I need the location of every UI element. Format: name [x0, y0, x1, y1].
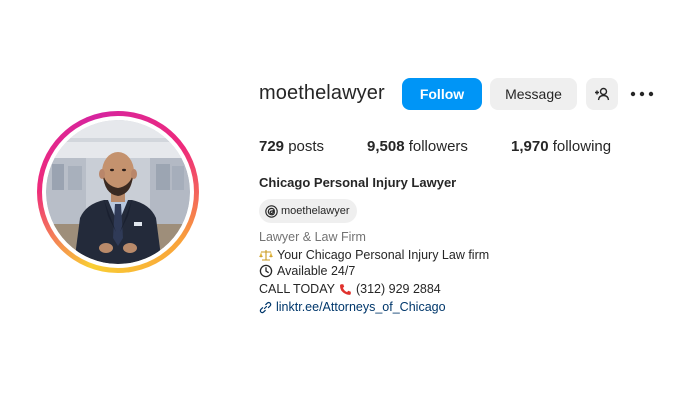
threads-icon	[265, 204, 278, 218]
profile-external-link[interactable]: linktr.ee/Attorneys_of_Chicago	[259, 300, 446, 314]
posts-count: 729 posts	[259, 138, 324, 155]
bio-line-firm: Your Chicago Personal Injury Law firm	[259, 248, 489, 262]
posts-number: 729	[259, 138, 285, 155]
followers-label: followers	[408, 138, 468, 155]
posts-label: posts	[288, 138, 325, 155]
scales-icon	[259, 249, 273, 262]
bio-call-today-text: CALL TODAY	[259, 282, 335, 296]
avatar-story-ring[interactable]	[37, 111, 199, 273]
link-icon	[259, 301, 272, 314]
avatar-ring-gap	[42, 116, 194, 268]
clock-icon	[259, 264, 273, 278]
add-person-icon	[595, 87, 610, 101]
bio-firm-text: Your Chicago Personal Injury Law firm	[277, 248, 490, 262]
phone-icon	[339, 283, 352, 296]
bio-line-phone: CALL TODAY (312) 929 2884	[259, 282, 441, 296]
profile-username: moethelawyer	[259, 82, 385, 104]
bio-line-availability: Available 24/7	[259, 264, 355, 278]
following-link[interactable]: 1,970 following	[511, 138, 611, 155]
avatar	[46, 120, 190, 264]
profile-category: Lawyer & Law Firm	[259, 230, 366, 244]
profile-full-name: Chicago Personal Injury Lawyer	[259, 175, 457, 190]
threads-handle: moethelawyer	[281, 205, 350, 217]
bio-phone-number: (312) 929 2884	[355, 282, 441, 296]
message-button[interactable]: Message	[490, 78, 577, 110]
followers-link[interactable]: 9,508 followers	[367, 138, 468, 155]
profile-link-text: linktr.ee/Attorneys_of_Chicago	[276, 300, 446, 314]
threads-badge[interactable]: moethelawyer	[259, 199, 358, 223]
suggested-accounts-button[interactable]	[586, 78, 618, 110]
following-number: 1,970	[511, 138, 549, 155]
followers-number: 9,508	[367, 138, 405, 155]
bio-availability-text: Available 24/7	[277, 264, 356, 278]
following-label: following	[552, 138, 612, 155]
follow-button[interactable]: Follow	[402, 78, 482, 110]
profile-header: moethelawyer Follow Message 729 posts 9,…	[0, 0, 700, 400]
more-options-button[interactable]	[628, 84, 656, 104]
more-options-icon	[630, 91, 654, 97]
